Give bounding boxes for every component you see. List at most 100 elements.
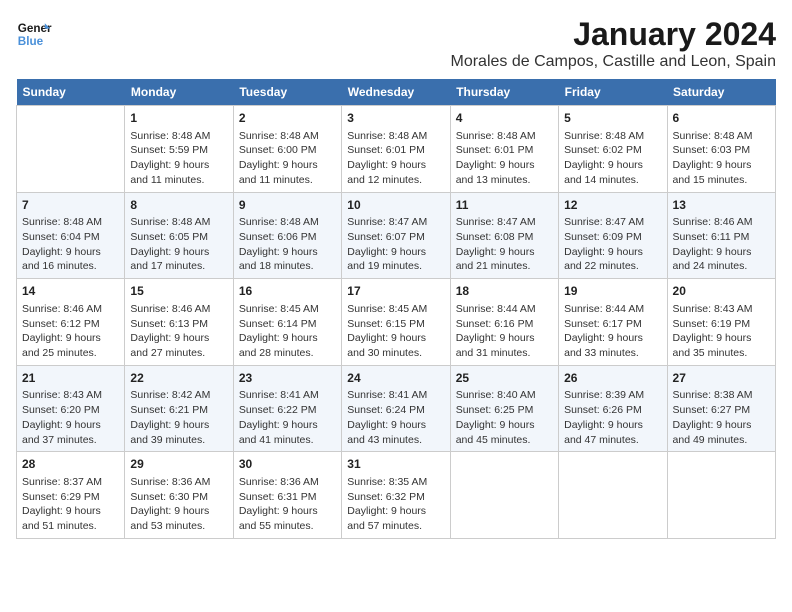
logo: General Blue — [16, 16, 52, 52]
calendar-cell: 22Sunrise: 8:42 AMSunset: 6:21 PMDayligh… — [125, 365, 233, 452]
day-number: 30 — [239, 456, 336, 473]
day-info: Sunrise: 8:48 AMSunset: 6:01 PMDaylight:… — [456, 129, 553, 188]
calendar-cell: 18 Sunrise: 8:44 AMSunset: 6:16 PMDayligh… — [450, 279, 558, 366]
calendar-cell: 4 Sunrise: 8:48 AMSunset: 6:01 PMDaylight… — [450, 106, 558, 193]
calendar-cell — [17, 106, 125, 193]
calendar-cell: 3 Sunrise: 8:48 AMSunset: 6:01 PMDaylight… — [342, 106, 450, 193]
day-info: Sunrise: 8:47 AMSunset: 6:07 PMDaylight:… — [347, 215, 444, 274]
day-number: 9 — [239, 197, 336, 214]
day-number: 3 — [347, 110, 444, 127]
day-number: 20 — [673, 283, 770, 300]
day-number: 16 — [239, 283, 336, 300]
day-number: 8 — [130, 197, 227, 214]
day-number: 24 — [347, 370, 444, 387]
day-info: Sunrise: 8:36 AMSunset: 6:31 PMDaylight:… — [239, 475, 336, 534]
day-info: Sunrise: 8:48 AMSunset: 6:03 PMDaylight:… — [673, 129, 770, 188]
calendar-cell: 14 Sunrise: 8:46 AMSunset: 6:12 PMDayligh… — [17, 279, 125, 366]
day-info: Sunrise: 8:48 AMSunset: 5:59 PMDaylight:… — [130, 129, 227, 188]
day-number: 26 — [564, 370, 661, 387]
calendar-cell: 10Sunrise: 8:47 AMSunset: 6:07 PMDayligh… — [342, 192, 450, 279]
title-block: January 2024 Morales de Campos, Castille… — [450, 16, 776, 71]
calendar-cell: 30 Sunrise: 8:36 AMSunset: 6:31 PMDayligh… — [233, 452, 341, 539]
day-info: Sunrise: 8:44 AMSunset: 6:16 PMDaylight:… — [456, 302, 553, 361]
day-info: Sunrise: 8:41 AMSunset: 6:22 PMDaylight:… — [239, 388, 336, 447]
calendar-cell: 13Sunrise: 8:46 AMSunset: 6:11 PMDayligh… — [667, 192, 775, 279]
calendar-cell: 26Sunrise: 8:39 AMSunset: 6:26 PMDayligh… — [559, 365, 667, 452]
day-number: 21 — [22, 370, 119, 387]
day-info: Sunrise: 8:46 AMSunset: 6:12 PMDaylight:… — [22, 302, 119, 361]
day-info: Sunrise: 8:38 AMSunset: 6:27 PMDaylight:… — [673, 388, 770, 447]
calendar-week-row: 1 Sunrise: 8:48 AMSunset: 5:59 PMDaylight… — [17, 106, 776, 193]
calendar-week-row: 14 Sunrise: 8:46 AMSunset: 6:12 PMDayligh… — [17, 279, 776, 366]
day-number: 7 — [22, 197, 119, 214]
calendar-cell: 8Sunrise: 8:48 AMSunset: 6:05 PMDaylight… — [125, 192, 233, 279]
day-info: Sunrise: 8:47 AMSunset: 6:09 PMDaylight:… — [564, 215, 661, 274]
day-info: Sunrise: 8:47 AMSunset: 6:08 PMDaylight:… — [456, 215, 553, 274]
calendar-cell: 23Sunrise: 8:41 AMSunset: 6:22 PMDayligh… — [233, 365, 341, 452]
day-info: Sunrise: 8:48 AMSunset: 6:05 PMDaylight:… — [130, 215, 227, 274]
day-number: 22 — [130, 370, 227, 387]
month-title: January 2024 — [450, 16, 776, 53]
weekday-header-cell: Friday — [559, 79, 667, 106]
weekday-header-cell: Saturday — [667, 79, 775, 106]
day-info: Sunrise: 8:46 AMSunset: 6:13 PMDaylight:… — [130, 302, 227, 361]
day-number: 4 — [456, 110, 553, 127]
day-number: 19 — [564, 283, 661, 300]
day-info: Sunrise: 8:40 AMSunset: 6:25 PMDaylight:… — [456, 388, 553, 447]
svg-text:General: General — [18, 22, 52, 35]
calendar-cell: 28Sunrise: 8:37 AMSunset: 6:29 PMDayligh… — [17, 452, 125, 539]
day-number: 17 — [347, 283, 444, 300]
calendar-cell: 7Sunrise: 8:48 AMSunset: 6:04 PMDaylight… — [17, 192, 125, 279]
location-title: Morales de Campos, Castille and Leon, Sp… — [450, 53, 776, 71]
calendar-cell: 17 Sunrise: 8:45 AMSunset: 6:15 PMDayligh… — [342, 279, 450, 366]
day-number: 23 — [239, 370, 336, 387]
day-info: Sunrise: 8:37 AMSunset: 6:29 PMDaylight:… — [22, 475, 119, 534]
calendar-cell: 27Sunrise: 8:38 AMSunset: 6:27 PMDayligh… — [667, 365, 775, 452]
day-number: 18 — [456, 283, 553, 300]
weekday-header-row: SundayMondayTuesdayWednesdayThursdayFrid… — [17, 79, 776, 106]
calendar-week-row: 21Sunrise: 8:43 AMSunset: 6:20 PMDayligh… — [17, 365, 776, 452]
calendar-cell: 20 Sunrise: 8:43 AMSunset: 6:19 PMDayligh… — [667, 279, 775, 366]
day-info: Sunrise: 8:48 AMSunset: 6:02 PMDaylight:… — [564, 129, 661, 188]
day-number: 2 — [239, 110, 336, 127]
day-info: Sunrise: 8:39 AMSunset: 6:26 PMDaylight:… — [564, 388, 661, 447]
calendar-cell — [450, 452, 558, 539]
day-number: 5 — [564, 110, 661, 127]
day-info: Sunrise: 8:43 AMSunset: 6:19 PMDaylight:… — [673, 302, 770, 361]
day-number: 25 — [456, 370, 553, 387]
day-number: 6 — [673, 110, 770, 127]
weekday-header-cell: Tuesday — [233, 79, 341, 106]
calendar-cell: 31Sunrise: 8:35 AMSunset: 6:32 PMDayligh… — [342, 452, 450, 539]
calendar-cell: 29 Sunrise: 8:36 AMSunset: 6:30 PMDayligh… — [125, 452, 233, 539]
calendar-cell: 11Sunrise: 8:47 AMSunset: 6:08 PMDayligh… — [450, 192, 558, 279]
calendar-cell: 15Sunrise: 8:46 AMSunset: 6:13 PMDayligh… — [125, 279, 233, 366]
calendar-cell: 19Sunrise: 8:44 AMSunset: 6:17 PMDayligh… — [559, 279, 667, 366]
weekday-header-cell: Sunday — [17, 79, 125, 106]
calendar-cell — [667, 452, 775, 539]
day-info: Sunrise: 8:36 AMSunset: 6:30 PMDaylight:… — [130, 475, 227, 534]
page-header: General Blue January 2024 Morales de Cam… — [16, 16, 776, 71]
calendar-cell: 16Sunrise: 8:45 AMSunset: 6:14 PMDayligh… — [233, 279, 341, 366]
day-info: Sunrise: 8:43 AMSunset: 6:20 PMDaylight:… — [22, 388, 119, 447]
calendar-table: SundayMondayTuesdayWednesdayThursdayFrid… — [16, 79, 776, 539]
calendar-cell: 24Sunrise: 8:41 AMSunset: 6:24 PMDayligh… — [342, 365, 450, 452]
day-info: Sunrise: 8:48 AMSunset: 6:04 PMDaylight:… — [22, 215, 119, 274]
day-info: Sunrise: 8:48 AMSunset: 6:01 PMDaylight:… — [347, 129, 444, 188]
day-number: 14 — [22, 283, 119, 300]
day-info: Sunrise: 8:41 AMSunset: 6:24 PMDaylight:… — [347, 388, 444, 447]
calendar-cell: 5 Sunrise: 8:48 AMSunset: 6:02 PMDaylight… — [559, 106, 667, 193]
day-number: 13 — [673, 197, 770, 214]
calendar-body: 1 Sunrise: 8:48 AMSunset: 5:59 PMDaylight… — [17, 106, 776, 539]
calendar-cell: 6 Sunrise: 8:48 AMSunset: 6:03 PMDaylight… — [667, 106, 775, 193]
day-number: 1 — [130, 110, 227, 127]
weekday-header-cell: Wednesday — [342, 79, 450, 106]
day-number: 29 — [130, 456, 227, 473]
day-info: Sunrise: 8:48 AMSunset: 6:06 PMDaylight:… — [239, 215, 336, 274]
weekday-header-cell: Monday — [125, 79, 233, 106]
calendar-cell: 21Sunrise: 8:43 AMSunset: 6:20 PMDayligh… — [17, 365, 125, 452]
day-number: 27 — [673, 370, 770, 387]
calendar-cell: 2Sunrise: 8:48 AMSunset: 6:00 PMDaylight… — [233, 106, 341, 193]
day-info: Sunrise: 8:45 AMSunset: 6:15 PMDaylight:… — [347, 302, 444, 361]
calendar-cell: 12Sunrise: 8:47 AMSunset: 6:09 PMDayligh… — [559, 192, 667, 279]
svg-text:Blue: Blue — [18, 35, 44, 48]
